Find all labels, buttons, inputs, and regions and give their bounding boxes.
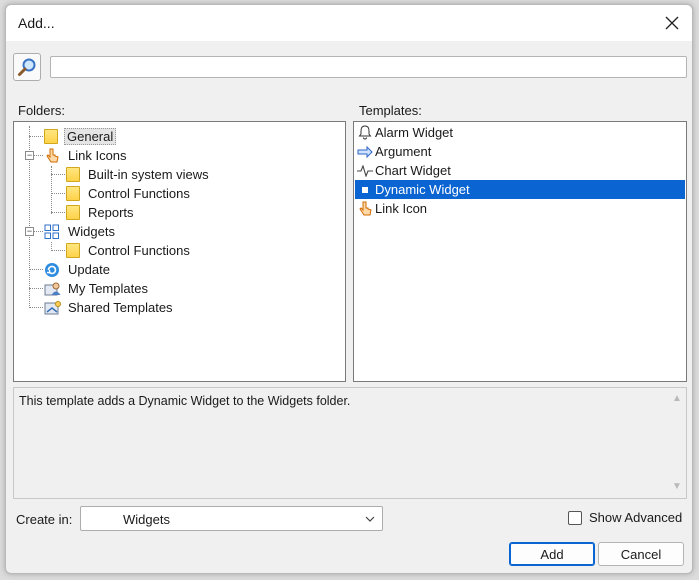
folder-item-reports[interactable]: Reports	[66, 203, 136, 222]
template-item-alarm-widget[interactable]: Alarm Widget	[355, 123, 685, 142]
folder-icon	[66, 186, 80, 201]
folder-item-control-functions[interactable]: Control Functions	[66, 184, 192, 203]
template-description: This template adds a Dynamic Widget to t…	[13, 387, 687, 499]
search-input[interactable]	[50, 56, 687, 78]
collapse-widgets-toggle[interactable]: −	[25, 227, 34, 236]
collapse-link-icons-toggle[interactable]: −	[25, 151, 34, 160]
arrow-right-icon	[357, 145, 373, 158]
show-advanced-label: Show Advanced	[589, 510, 683, 525]
shared-templates-icon	[44, 300, 61, 314]
template-item-dynamic-widget[interactable]: Dynamic Widget	[355, 180, 685, 199]
templates-label: Templates:	[359, 103, 422, 118]
cancel-button[interactable]: Cancel	[598, 542, 684, 566]
scroll-up-arrow[interactable]: ▲	[672, 394, 682, 404]
pulse-icon	[357, 164, 373, 177]
folder-icon	[66, 205, 80, 220]
square-icon	[362, 186, 368, 193]
user-templates-icon	[44, 282, 61, 295]
update-icon	[45, 262, 59, 277]
folder-item-widgets[interactable]: Widgets	[44, 222, 117, 241]
bell-icon	[358, 125, 372, 140]
widgets-grid-icon	[44, 224, 59, 239]
create-in-dropdown[interactable]: Widgets	[80, 506, 383, 531]
templates-list[interactable]: Alarm Widget Argument Chart Widget Dynam…	[353, 121, 687, 382]
folder-item-general[interactable]: General	[44, 127, 117, 146]
scroll-down-arrow[interactable]: ▼	[672, 482, 682, 492]
template-item-argument[interactable]: Argument	[355, 142, 685, 161]
folders-label: Folders:	[18, 103, 65, 118]
hand-pointer-icon	[46, 148, 59, 162]
folder-item-shared-templates[interactable]: Shared Templates	[44, 298, 175, 317]
close-icon	[665, 16, 679, 30]
folder-item-link-icons[interactable]: Link Icons	[44, 146, 129, 165]
add-dialog: Add... Folders: Templates: − − General L…	[5, 4, 693, 574]
folder-item-built-in-system-views[interactable]: Built-in system views	[66, 165, 211, 184]
folder-icon	[44, 129, 58, 144]
folders-tree[interactable]: − − General Link Icons Built-in system v…	[13, 121, 346, 382]
folder-icon	[66, 243, 80, 258]
search-button[interactable]	[13, 53, 41, 81]
template-item-chart-widget[interactable]: Chart Widget	[355, 161, 685, 180]
folder-item-update[interactable]: Update	[44, 260, 112, 279]
folder-item-widgets-control-functions[interactable]: Control Functions	[66, 241, 192, 260]
close-button[interactable]	[658, 9, 686, 37]
hand-pointer-icon	[359, 201, 372, 215]
title-bar: Add...	[6, 5, 692, 41]
folder-icon	[66, 167, 80, 182]
template-item-link-icon[interactable]: Link Icon	[355, 199, 685, 218]
checkbox-box[interactable]	[568, 510, 582, 525]
show-advanced-checkbox[interactable]: Show Advanced	[568, 510, 682, 525]
dialog-title: Add...	[18, 15, 55, 31]
add-button[interactable]: Add	[509, 542, 595, 566]
description-text: This template adds a Dynamic Widget to t…	[19, 394, 351, 408]
chevron-down-icon	[365, 516, 375, 522]
create-in-value: Widgets	[123, 512, 170, 527]
search-icon	[18, 58, 36, 76]
folder-item-my-templates[interactable]: My Templates	[44, 279, 150, 298]
create-in-label: Create in:	[16, 512, 73, 527]
